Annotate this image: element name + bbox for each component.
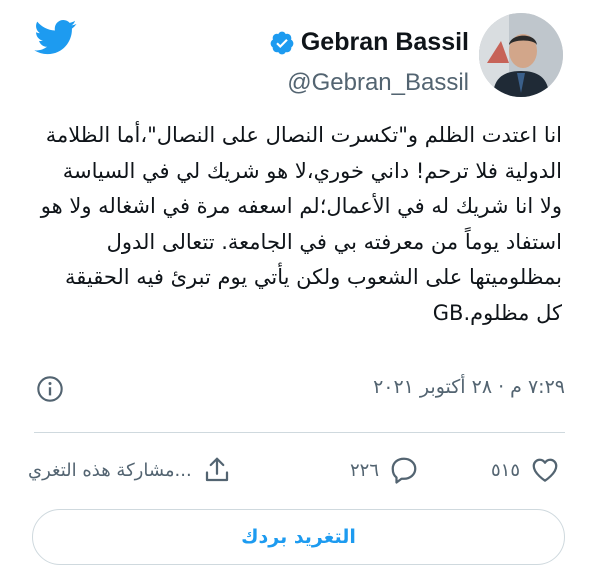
- tweet-timestamp[interactable]: ٧:٢٩ م · ٢٨ أكتوبر ٢٠٢١: [373, 376, 565, 398]
- tweet-your-reply-button[interactable]: التغريد بردك: [32, 509, 565, 565]
- tweet-meta-row: ٧:٢٩ م · ٢٨ أكتوبر ٢٠٢١: [36, 372, 565, 408]
- share-label: مشاركة هذه التغري...: [28, 459, 192, 481]
- avatar[interactable]: [479, 13, 563, 97]
- author-name-row: Gebran Bassil: [269, 28, 469, 57]
- heart-icon: [532, 458, 558, 482]
- author-handle[interactable]: @Gebran_Bassil: [269, 69, 469, 97]
- verified-badge-icon: [270, 31, 294, 54]
- author-block[interactable]: Gebran Bassil @Gebran_Bassil: [269, 28, 469, 97]
- tweet-text: انا اعتدت الظلم و"تكسرت النصال على النصا…: [40, 123, 562, 325]
- twitter-bird-icon: [34, 20, 77, 55]
- author-name[interactable]: Gebran Bassil: [301, 28, 469, 57]
- reply-count: ٢٢٦: [350, 459, 380, 481]
- share-upload-icon: [205, 457, 228, 482]
- like-count: ٥١٥: [491, 459, 521, 481]
- reply-button-label: التغريد بردك: [241, 526, 356, 548]
- reply-button[interactable]: ٢٢٦: [350, 448, 419, 492]
- reply-bubble-icon: [391, 457, 417, 484]
- share-button[interactable]: مشاركة هذه التغري...: [28, 448, 268, 492]
- tweet-actions: مشاركة هذه التغري... ٢٢٦ ٥١٥: [28, 448, 565, 492]
- divider: [34, 432, 565, 433]
- avatar-image: [479, 13, 563, 97]
- like-button[interactable]: ٥١٥: [491, 448, 560, 492]
- info-icon[interactable]: [36, 375, 64, 403]
